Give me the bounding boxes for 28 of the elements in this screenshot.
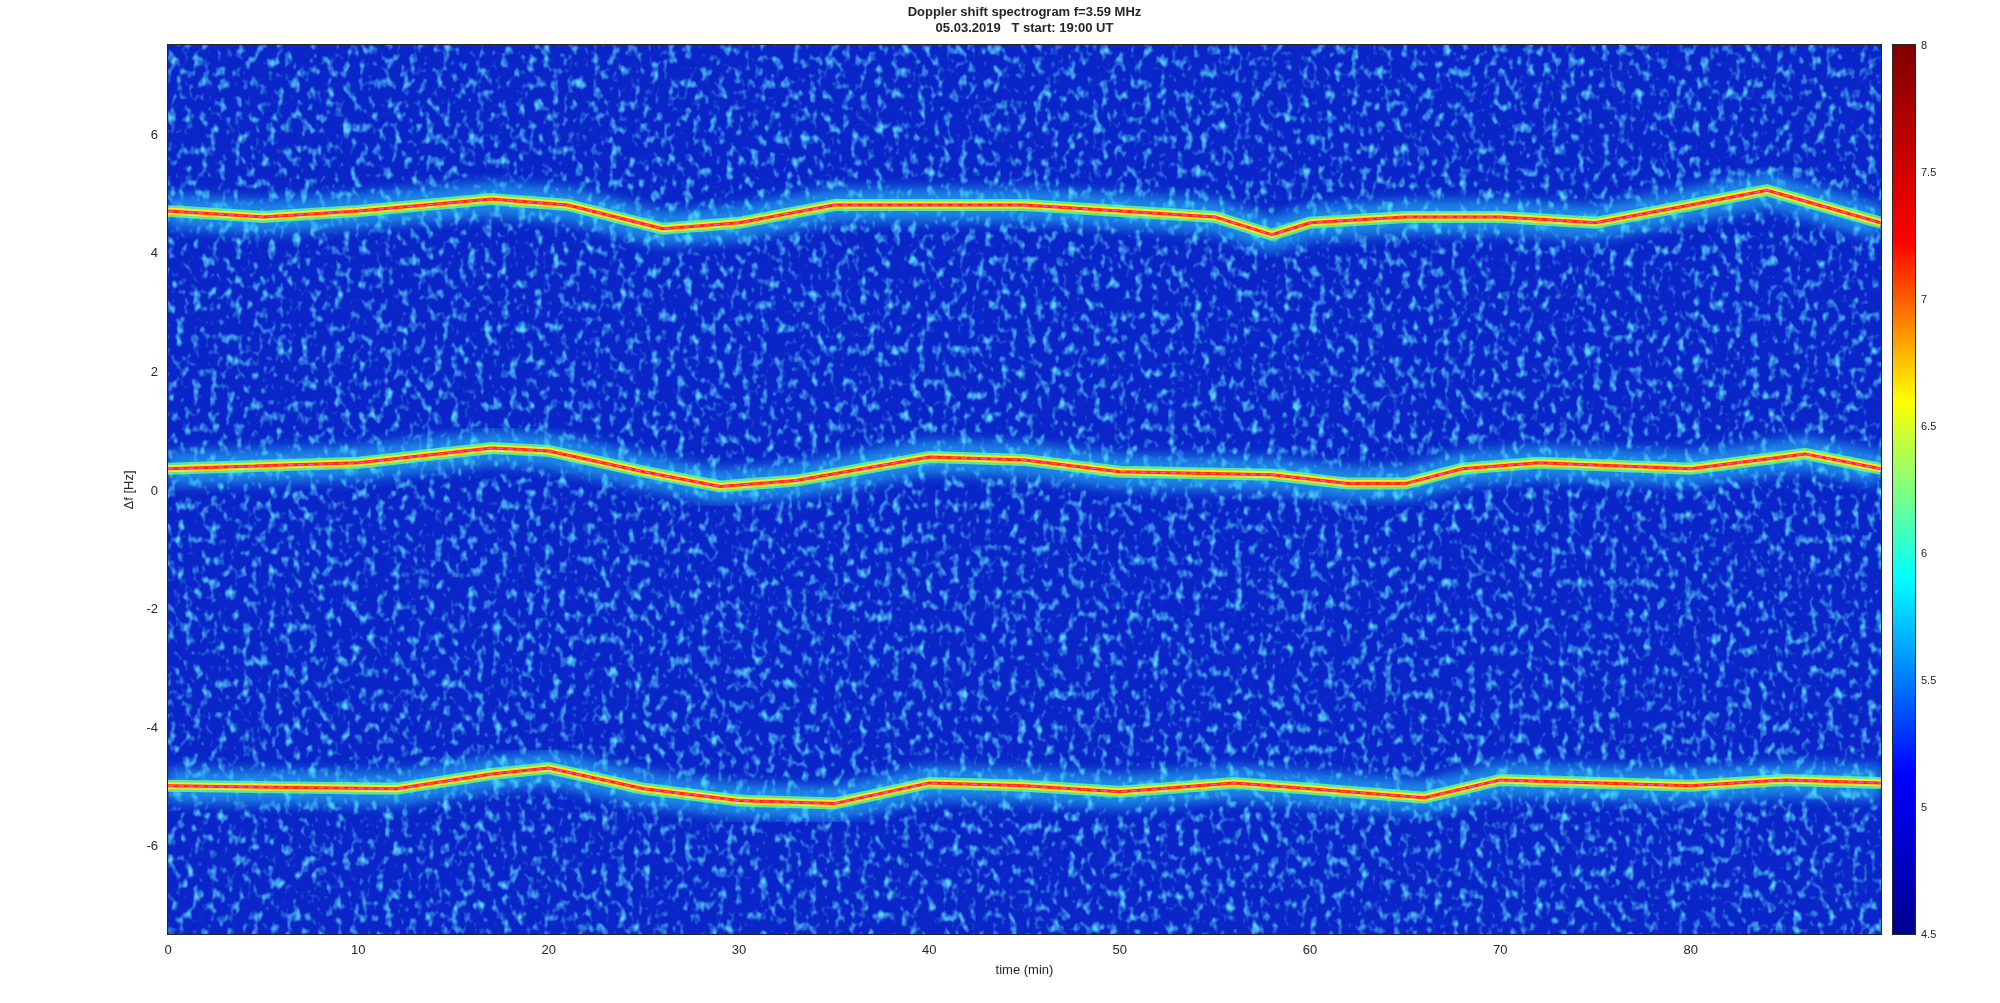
colorbar-tick-label: 8 [1921, 39, 1928, 51]
x-tick-label: 70 [1493, 942, 1508, 957]
x-tick-label: 60 [1302, 942, 1318, 957]
x-tick-label: 10 [351, 942, 366, 957]
x-tick-label: 20 [541, 942, 556, 957]
y-tick-label: 4 [150, 244, 158, 260]
colorbar-tick-label: 6.5 [1921, 420, 1937, 432]
colorbar-tick-label: 5 [1921, 801, 1928, 813]
x-tick-label: 30 [731, 942, 747, 957]
x-tick-label: 40 [922, 942, 937, 957]
colorbar-tick-label: 7 [1921, 293, 1928, 305]
x-tick-label: 0 [164, 942, 172, 957]
chart-subtitle: 05.03.2019 T start: 19:00 UT [935, 20, 1114, 36]
colorbar-tick-label: 4.5 [1921, 928, 1937, 940]
chart-title: Doppler shift spectrogram f=3.59 MHz [907, 4, 1142, 20]
y-tick-label: 0 [150, 482, 158, 497]
colorbar-tick-label: 7.5 [1921, 166, 1937, 178]
y-tick-label: 2 [150, 363, 158, 379]
y-tick-label: -2 [146, 600, 158, 616]
x-tick-label: 50 [1112, 942, 1127, 957]
x-tick-label: 80 [1683, 942, 1698, 957]
colorbar-tick-label: 6 [1921, 547, 1928, 559]
colorbar-tick-label: 5.5 [1921, 674, 1937, 686]
y-tick-label: 6 [150, 126, 158, 142]
y-tick-label: -6 [146, 837, 158, 853]
y-tick-label: -4 [146, 719, 158, 735]
x-axis-label: time (min) [995, 962, 1054, 977]
y-axis-label: Δf [Hz] [120, 470, 136, 509]
